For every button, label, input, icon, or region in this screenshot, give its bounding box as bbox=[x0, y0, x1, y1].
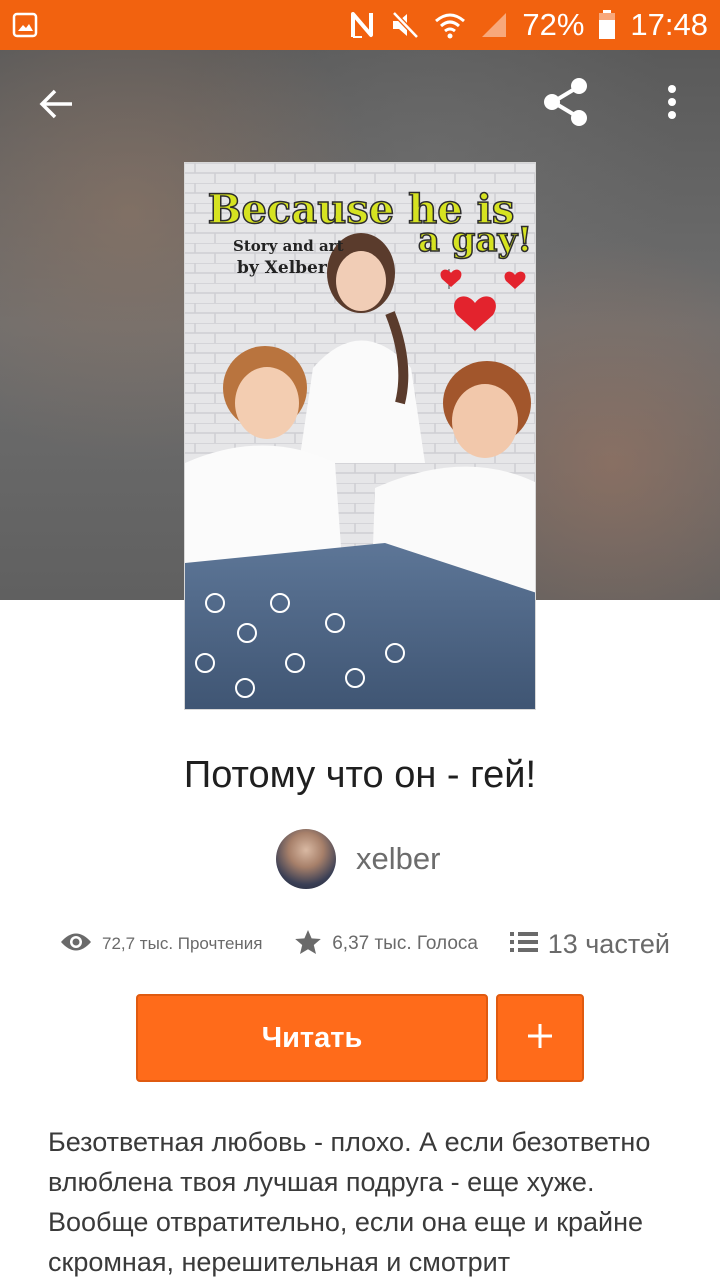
share-button[interactable] bbox=[536, 74, 596, 134]
cover-credit-line2: by Xelber bbox=[237, 258, 328, 278]
share-icon bbox=[541, 77, 591, 132]
eye-icon bbox=[60, 931, 92, 958]
nfc-icon bbox=[350, 11, 376, 39]
status-bar: 72% 17:48 bbox=[0, 0, 720, 50]
more-vert-icon bbox=[666, 84, 678, 125]
add-to-library-button[interactable] bbox=[496, 994, 584, 1082]
reads-stat: 72,7 тыс. Прочтения bbox=[60, 931, 263, 958]
story-title: Потому что он - гей! bbox=[183, 754, 537, 796]
cover-artwork: Because he is a gay! Story and art by Xe… bbox=[185, 163, 535, 709]
signal-icon bbox=[480, 11, 508, 39]
clock: 17:48 bbox=[630, 7, 708, 42]
back-button[interactable] bbox=[26, 76, 86, 136]
image-notification-icon bbox=[12, 12, 38, 38]
cover-credit-line1: Story and art bbox=[233, 237, 344, 255]
reads-count: 72,7 тыс. Прочтения bbox=[102, 934, 263, 953]
avatar[interactable] bbox=[276, 829, 336, 889]
votes-stat: 6,37 тыс. Голоса bbox=[294, 929, 478, 960]
wifi-icon bbox=[434, 11, 466, 39]
cover-title-line2: a gay! bbox=[418, 220, 532, 260]
votes-count: 6,37 тыс. Голоса bbox=[332, 933, 478, 954]
plus-icon bbox=[526, 1022, 554, 1055]
author-name[interactable]: xelber bbox=[356, 841, 440, 877]
list-icon bbox=[509, 931, 538, 958]
mute-icon bbox=[390, 11, 420, 39]
parts-stat[interactable]: 13 частей bbox=[509, 929, 670, 960]
more-options-button[interactable] bbox=[642, 74, 702, 134]
book-cover[interactable]: Because he is a gay! Story and art by Xe… bbox=[184, 162, 536, 710]
battery-percentage: 72% bbox=[522, 7, 585, 42]
battery-icon bbox=[598, 10, 616, 40]
read-button[interactable]: Читать bbox=[136, 994, 488, 1082]
parts-count[interactable]: 13 частей bbox=[548, 929, 670, 960]
story-description: Безответная любовь - плохо. А если безот… bbox=[48, 1127, 651, 1277]
author-link[interactable]: xelber bbox=[276, 829, 440, 889]
star-icon bbox=[294, 929, 322, 960]
back-arrow-icon bbox=[38, 88, 74, 125]
story-stats: 72,7 тыс. Прочтения 6,37 тыс. Голоса 13 … bbox=[60, 924, 670, 964]
